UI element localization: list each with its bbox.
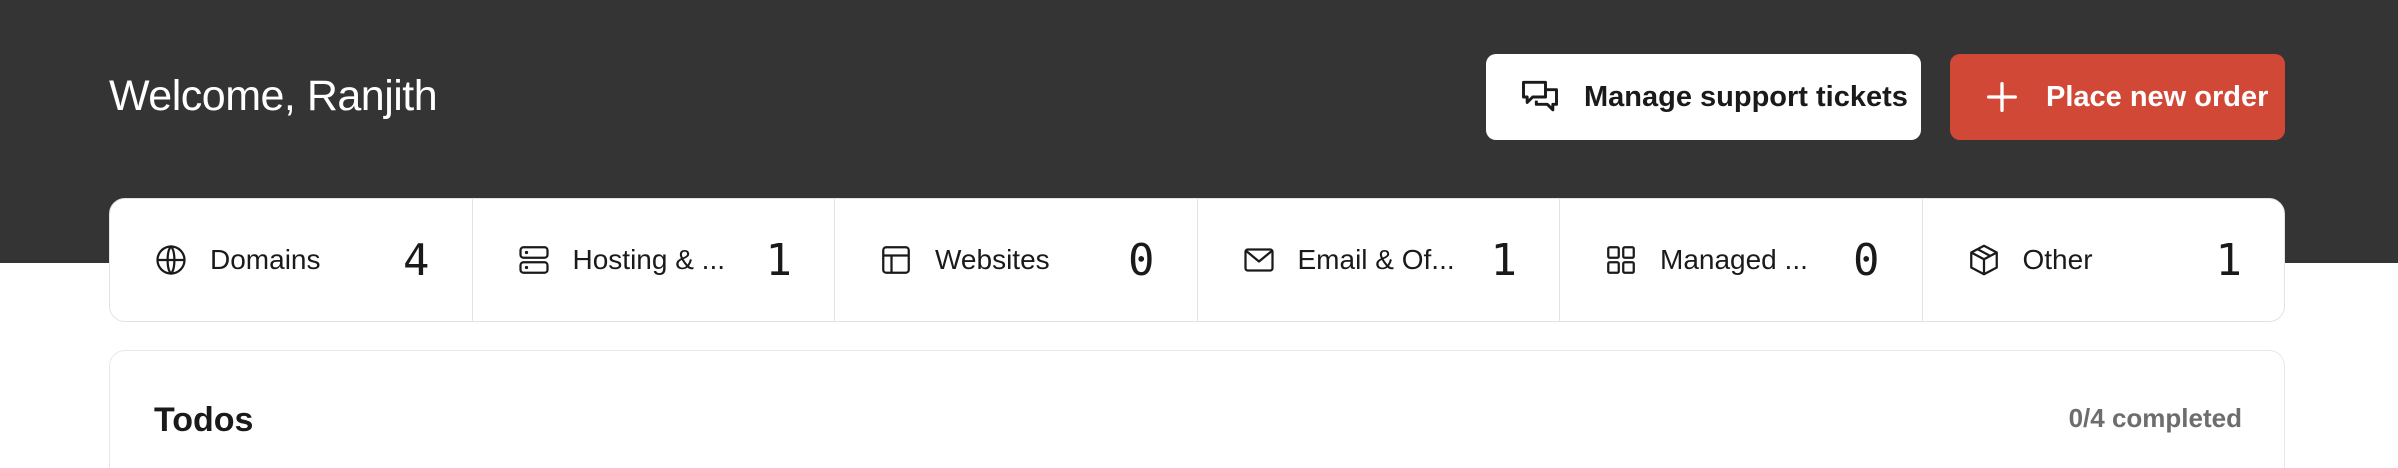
- stat-domains[interactable]: Domains 4: [110, 199, 473, 321]
- stat-hosting[interactable]: Hosting & ... 1: [473, 199, 835, 321]
- envelope-icon: [1240, 241, 1278, 279]
- todos-progress: 0/4 completed: [2068, 403, 2242, 433]
- place-new-order-button[interactable]: Place new order: [1950, 54, 2285, 140]
- stat-other[interactable]: Other 1: [1923, 199, 2285, 321]
- stat-label: Domains: [210, 244, 321, 275]
- todos-card: Todos 0/4 completed: [109, 350, 2285, 468]
- layout-icon: [877, 241, 915, 279]
- stat-label: Email & Of...: [1297, 244, 1455, 275]
- stat-count: 1: [2215, 234, 2243, 286]
- service-stats-bar: Domains 4 Hosting & ... 1 Websites 0 Ema…: [109, 198, 2285, 322]
- plus-icon: [1980, 75, 2024, 119]
- grid-icon: [1602, 241, 1640, 279]
- manage-support-tickets-button[interactable]: Manage support tickets: [1486, 54, 1921, 140]
- welcome-heading: Welcome, Ranjith: [109, 72, 438, 120]
- stat-count: 1: [765, 234, 793, 286]
- place-new-order-label: Place new order: [2046, 80, 2269, 113]
- stat-label: Other: [2022, 244, 2093, 275]
- server-icon: [515, 241, 553, 279]
- stat-label: Websites: [935, 244, 1050, 275]
- stat-label: Managed ...: [1660, 244, 1808, 275]
- stat-label: Hosting & ...: [572, 244, 726, 275]
- stat-count: 1: [1490, 234, 1518, 286]
- manage-support-tickets-label: Manage support tickets: [1584, 80, 1908, 113]
- stat-email[interactable]: Email & Of... 1: [1198, 199, 1560, 321]
- stat-websites[interactable]: Websites 0: [835, 199, 1198, 321]
- todos-title: Todos: [154, 401, 254, 439]
- stat-count: 0: [1853, 234, 1880, 286]
- stat-count: 4: [403, 234, 430, 286]
- box-icon: [1965, 241, 2003, 279]
- chat-bubbles-icon: [1518, 75, 1562, 119]
- stat-managed[interactable]: Managed ... 0: [1560, 199, 1923, 321]
- stat-count: 0: [1128, 234, 1155, 286]
- globe-icon: [152, 241, 190, 279]
